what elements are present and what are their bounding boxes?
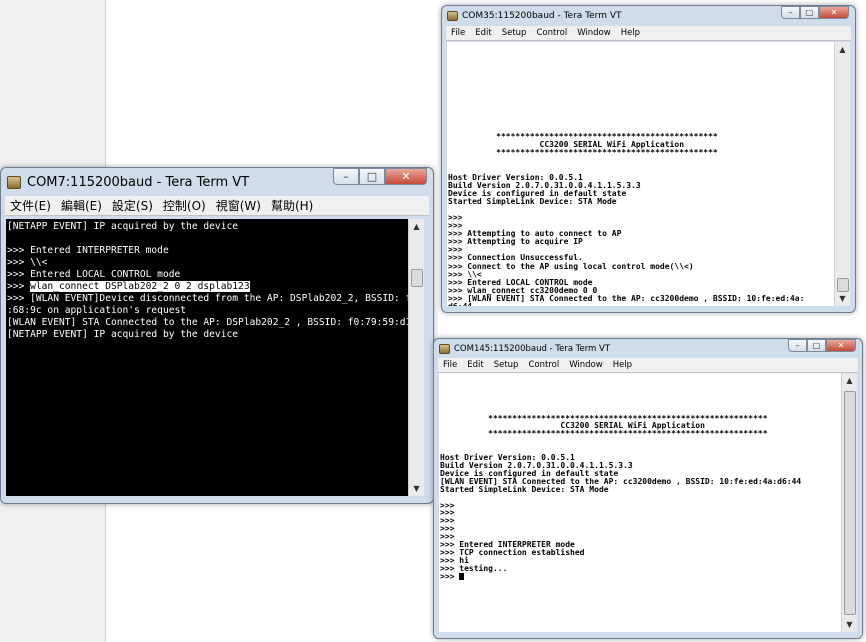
title-bar[interactable]: COM35:115200baud - Tera Term VT – □ ✕ <box>442 6 855 26</box>
menu-control[interactable]: Control <box>531 28 572 38</box>
teraterm-app-icon <box>7 175 21 189</box>
menu-window[interactable]: Window <box>564 360 608 370</box>
title-bar[interactable]: COM145:115200baud - Tera Term VT – □ ✕ <box>434 339 862 358</box>
terminal-line: >>> <box>7 281 31 292</box>
menu-bar: File Edit Setup Control Window Help <box>446 26 851 41</box>
scroll-thumb[interactable] <box>837 278 849 292</box>
window-title: COM7:115200baud - Tera Term VT <box>27 174 250 190</box>
minimize-button[interactable]: – <box>788 339 807 352</box>
close-button[interactable]: ✕ <box>385 168 427 185</box>
close-button[interactable]: ✕ <box>819 6 849 19</box>
minimize-button[interactable]: – <box>333 168 359 185</box>
terminal-line: d6:44 <box>448 302 472 306</box>
terminal-line: Started SimpleLink Device: STA Mode <box>440 484 609 494</box>
scroll-up-icon[interactable]: ▲ <box>409 219 424 234</box>
menu-edit[interactable]: Edit <box>462 360 488 370</box>
terminal-line: ****************************************… <box>440 429 768 439</box>
window-controls: – □ ✕ <box>788 339 856 352</box>
menu-help[interactable]: 幫助(H) <box>266 197 318 214</box>
close-button[interactable]: ✕ <box>826 339 856 352</box>
terminal-line: Started SimpleLink Device: STA Mode <box>448 196 617 206</box>
teraterm-app-icon <box>439 343 450 354</box>
menu-help[interactable]: Help <box>616 28 645 38</box>
menu-window[interactable]: 視窗(W) <box>211 197 266 214</box>
selected-text[interactable]: wlan_connect DSPlab202_2 0 2 dsplab123 <box>30 281 250 292</box>
minimize-button[interactable]: – <box>781 6 800 19</box>
terminal-area[interactable]: [NETAPP EVENT] IP acquired by the device… <box>6 219 424 496</box>
scroll-down-icon[interactable]: ▼ <box>835 291 850 306</box>
maximize-button[interactable]: □ <box>807 339 826 352</box>
scroll-up-icon[interactable]: ▲ <box>842 373 857 388</box>
terminal-output: ****************************************… <box>447 42 835 306</box>
terminal-line: >>> Attempting to acquire IP <box>448 237 583 247</box>
menu-control[interactable]: Control <box>523 360 564 370</box>
terminal-line: >>> \\< <box>7 257 48 268</box>
scroll-down-icon[interactable]: ▼ <box>842 617 857 632</box>
terminal-line: >>> Connect to the AP using local contro… <box>448 261 694 271</box>
menu-setup[interactable]: Setup <box>497 28 532 38</box>
window-title: COM35:115200baud - Tera Term VT <box>462 11 622 21</box>
terminal-output: [NETAPP EVENT] IP acquired by the device… <box>6 219 409 496</box>
scroll-thumb[interactable] <box>844 391 856 615</box>
maximize-button[interactable]: □ <box>359 168 385 185</box>
scroll-thumb[interactable] <box>411 269 423 287</box>
menu-bar: File Edit Setup Control Window Help <box>438 358 858 373</box>
window-title: COM145:115200baud - Tera Term VT <box>454 343 611 354</box>
vertical-scrollbar[interactable]: ▲ ▼ <box>834 42 850 306</box>
menu-file[interactable]: File <box>446 28 470 38</box>
teraterm-app-icon <box>447 11 458 21</box>
menu-edit[interactable]: 編輯(E) <box>56 197 107 214</box>
terminal-line: >>> [WLAN EVENT] STA Connected to the AP… <box>448 293 805 303</box>
vertical-scrollbar[interactable]: ▲ ▼ <box>408 219 424 496</box>
terminal-output: ****************************************… <box>439 373 842 632</box>
title-bar[interactable]: COM7:115200baud - Tera Term VT – □ ✕ <box>1 168 433 196</box>
menu-setup[interactable]: 設定(S) <box>107 197 158 214</box>
menu-window[interactable]: Window <box>572 28 616 38</box>
terminal-line: [NETAPP EVENT] IP acquired by the device <box>7 221 239 232</box>
window-com35[interactable]: COM35:115200baud - Tera Term VT – □ ✕ Fi… <box>441 5 856 313</box>
menu-control[interactable]: 控制(O) <box>158 197 211 214</box>
scroll-down-icon[interactable]: ▼ <box>409 481 424 496</box>
terminal-area[interactable]: ****************************************… <box>439 373 857 632</box>
window-com145[interactable]: COM145:115200baud - Tera Term VT – □ ✕ F… <box>433 338 863 639</box>
vertical-scrollbar[interactable]: ▲ ▼ <box>841 373 857 632</box>
terminal-line: [NETAPP EVENT] IP acquired by the device <box>7 329 239 340</box>
terminal-area[interactable]: ****************************************… <box>447 42 850 306</box>
maximize-button[interactable]: □ <box>800 6 819 19</box>
window-controls: – □ ✕ <box>781 6 849 19</box>
menu-bar: 文件(E) 編輯(E) 設定(S) 控制(O) 視窗(W) 幫助(H) <box>5 196 429 216</box>
terminal-line: >>> Entered INTERPRETER mode <box>7 245 169 256</box>
menu-setup[interactable]: Setup <box>489 360 524 370</box>
menu-file[interactable]: File <box>438 360 462 370</box>
terminal-line: [WLAN EVENT] STA Connected to the AP: DS… <box>7 317 409 328</box>
terminal-line: :68:9c on application's request <box>7 305 187 316</box>
scroll-up-icon[interactable]: ▲ <box>835 42 850 57</box>
menu-edit[interactable]: Edit <box>470 28 496 38</box>
terminal-line: >>> [WLAN EVENT]Device disconnected from… <box>7 293 409 304</box>
terminal-line: >>> Entered LOCAL CONTROL mode <box>7 269 181 280</box>
terminal-line: >>> <box>440 571 460 581</box>
text-cursor <box>459 572 465 580</box>
window-controls: – □ ✕ <box>333 168 427 185</box>
menu-help[interactable]: Help <box>608 360 637 370</box>
window-com7[interactable]: COM7:115200baud - Tera Term VT – □ ✕ 文件(… <box>0 167 434 504</box>
terminal-line: ****************************************… <box>448 148 718 158</box>
menu-file[interactable]: 文件(E) <box>5 197 56 214</box>
